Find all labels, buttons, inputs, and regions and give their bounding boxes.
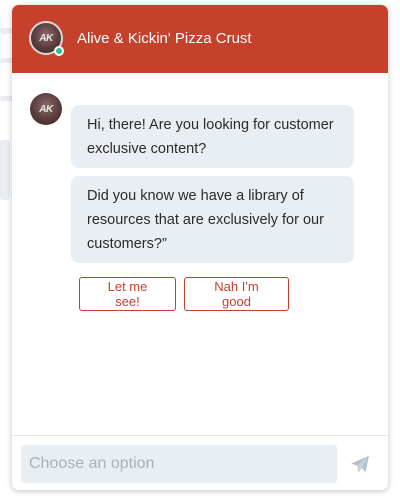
message-bubble: Hi, there! Are you looking for customer …	[71, 105, 354, 168]
chat-title: Alive & Kickin' Pizza Crust	[77, 30, 252, 47]
message-avatar: AK	[30, 93, 62, 125]
composer	[12, 435, 388, 490]
avatar-initials: AK	[39, 32, 53, 44]
let-me-see-button[interactable]: Let me see!	[79, 277, 176, 311]
chat-window: AK Alive & Kickin' Pizza Crust AK Hi, th…	[12, 5, 388, 490]
message-input[interactable]	[21, 445, 337, 483]
message-text: Hi, there! Are you looking for customer …	[87, 117, 334, 157]
quick-reply-options: Let me see! Nah I'm good	[79, 277, 289, 311]
message-text: Did you know we have a library of resour…	[87, 188, 324, 252]
page: AK Alive & Kickin' Pizza Crust AK Hi, th…	[0, 0, 400, 502]
send-button[interactable]	[348, 453, 372, 475]
message-bubble: Did you know we have a library of resour…	[71, 176, 354, 263]
online-status-dot	[54, 46, 64, 56]
nah-im-good-button[interactable]: Nah I'm good	[184, 277, 289, 311]
avatar-initials: AK	[39, 103, 53, 115]
message-list[interactable]: AK Hi, there! Are you looking for custom…	[12, 73, 388, 435]
chat-header: AK Alive & Kickin' Pizza Crust	[12, 5, 388, 73]
paper-plane-icon	[351, 455, 369, 473]
